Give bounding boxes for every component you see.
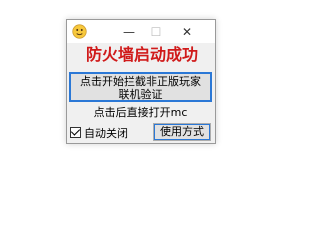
start-intercept-button[interactable]: 点击开始拦截非正版玩家 联机验证: [69, 72, 212, 102]
check-mark-icon: [70, 126, 81, 136]
open-mc-directly-button[interactable]: 点击后直接打开mc: [69, 104, 212, 121]
minimize-button[interactable]: —: [117, 20, 141, 43]
emoji-face-icon: [72, 24, 87, 39]
intercept-button-label-line2: 联机验证: [118, 88, 163, 101]
title-bar[interactable]: — ☐ ✕: [67, 20, 215, 43]
auto-close-checkbox[interactable]: 自动关闭: [70, 125, 128, 140]
auto-close-label: 自动关闭: [84, 126, 128, 140]
checkbox-box[interactable]: [70, 126, 81, 138]
close-button[interactable]: ✕: [175, 20, 199, 43]
app-window: — ☐ ✕ 防火墙启动成功 点击开始拦截非正版玩家 联机验证 点击后直接打开mc…: [66, 19, 216, 144]
usage-instructions-button[interactable]: 使用方式: [153, 123, 211, 141]
maximize-button[interactable]: ☐: [144, 20, 168, 43]
intercept-button-label-line1: 点击开始拦截非正版玩家: [80, 75, 201, 88]
status-headline: 防火墙启动成功: [85, 45, 198, 64]
